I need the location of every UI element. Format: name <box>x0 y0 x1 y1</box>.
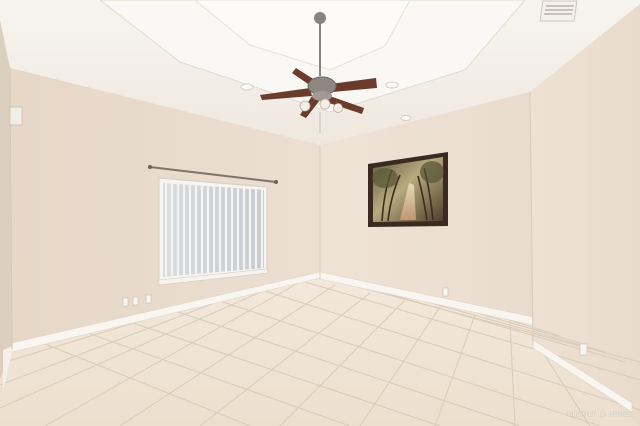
wall-sensor <box>9 106 23 126</box>
window-vertical-blinds <box>158 177 269 286</box>
room-photo <box>0 0 640 426</box>
wall-outlet <box>442 287 449 297</box>
recessed-light <box>385 81 399 89</box>
wall-outlet <box>579 343 588 356</box>
recessed-light <box>400 115 412 121</box>
watermark-text: GREATER LA HOMES <box>567 411 632 418</box>
air-vent <box>539 0 578 22</box>
recessed-light <box>240 83 254 91</box>
framed-artwork-tree-path <box>368 152 448 227</box>
